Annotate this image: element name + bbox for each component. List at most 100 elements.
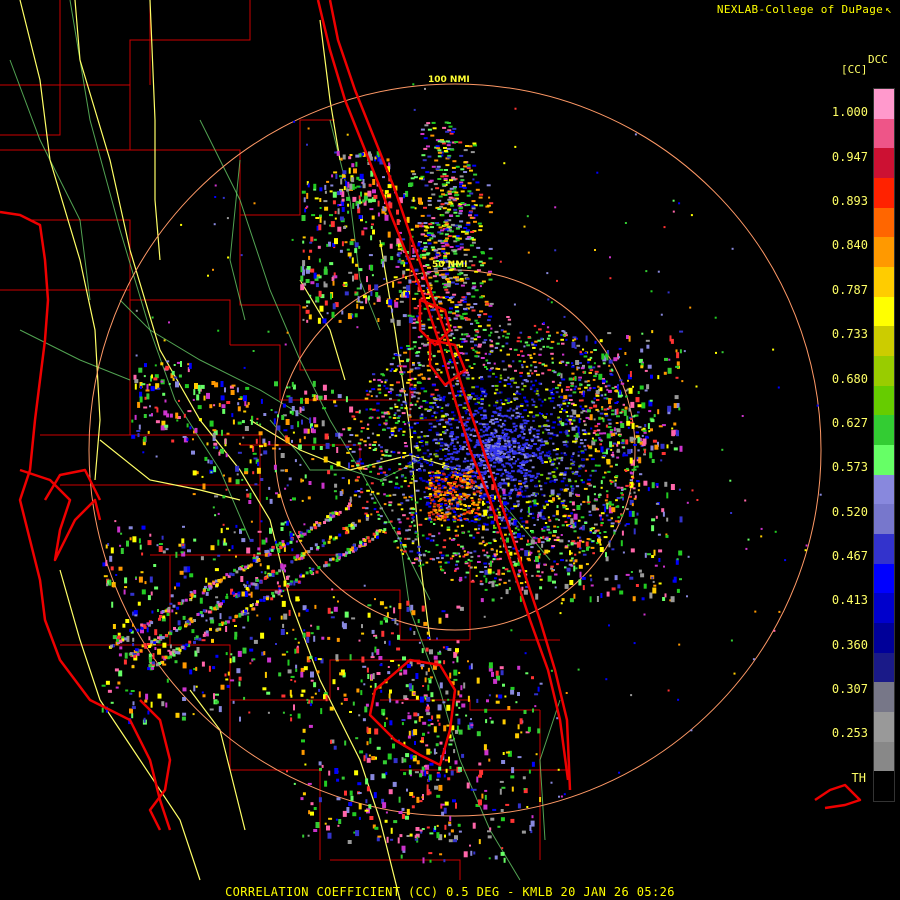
radar-return-bin: [274, 381, 278, 387]
radar-return-bin: [413, 176, 418, 179]
radar-return-bin: [449, 491, 453, 493]
radar-return-bin: [351, 465, 355, 468]
radar-return-bin: [471, 295, 476, 298]
radar-return-bin: [577, 536, 580, 539]
radar-return-bin: [379, 243, 383, 247]
radar-return-bin: [430, 487, 434, 490]
radar-return-bin: [393, 607, 396, 614]
radar-return-bin: [248, 500, 252, 504]
radar-return-bin: [528, 513, 533, 515]
radar-return-bin: [309, 417, 312, 424]
radar-return-bin: [422, 563, 425, 566]
radar-return-bin: [333, 400, 337, 404]
radar-return-bin: [437, 398, 440, 400]
county-boundary: [40, 300, 131, 436]
radar-return-bin: [425, 264, 430, 266]
radar-return-bin: [462, 300, 467, 303]
radar-return-bin: [444, 169, 448, 171]
radar-return-bin: [567, 402, 571, 405]
radar-return-bin: [458, 303, 463, 306]
radar-return-bin: [597, 422, 601, 425]
radar-return-bin: [499, 557, 502, 560]
radar-return-bin: [436, 470, 440, 473]
radar-return-bin: [429, 171, 434, 174]
radar-return-bin: [484, 352, 487, 355]
radar-return-bin: [341, 310, 344, 315]
radar-return-bin: [475, 574, 478, 577]
radar-return-bin: [621, 530, 624, 536]
radar-return-bin: [614, 575, 618, 581]
radar-return-bin: [380, 380, 384, 383]
radar-return-bin: [457, 301, 462, 304]
radar-return-bin: [429, 402, 433, 404]
radar-return-bin: [402, 493, 405, 496]
radar-return-bin: [565, 467, 569, 470]
radar-return-bin: [573, 513, 578, 520]
radar-return-bin: [394, 403, 397, 406]
radar-return-bin: [374, 728, 379, 735]
radar-return-bin: [376, 417, 379, 419]
radar-return-bin: [480, 402, 484, 405]
radar-return-bin: [487, 568, 492, 574]
radar-return-bin: [542, 535, 545, 539]
radar-return-bin: [501, 456, 506, 459]
radar-return-bin: [421, 364, 425, 367]
radar-return-bin: [246, 547, 251, 554]
radar-return-bin: [593, 429, 597, 432]
radar-return-bin: [181, 538, 185, 544]
radar-return-bin: [613, 531, 616, 535]
radar-return-bin: [425, 441, 429, 444]
radar-return-bin: [181, 716, 186, 721]
radar-return-bin: [412, 297, 417, 300]
radar-return-bin: [513, 520, 517, 525]
radar-return-bin: [372, 444, 376, 446]
radar-return-bin: [423, 621, 428, 626]
radar-return-bin: [509, 429, 513, 431]
radar-return-bin: [529, 445, 533, 448]
radar-return-bin: [410, 170, 415, 173]
radar-return-bin: [452, 293, 457, 296]
radar-return-bin: [157, 609, 159, 612]
radar-return-bin: [478, 343, 482, 346]
radar-return-bin: [327, 607, 331, 614]
radar-return-bin: [478, 422, 482, 425]
radar-return-bin: [420, 413, 424, 416]
radar-return-bin: [342, 675, 346, 678]
radar-return-bin: [453, 438, 458, 441]
radar-return-bin: [423, 469, 426, 472]
radar-return-bin: [502, 566, 505, 569]
radar-return-bin: [589, 574, 592, 577]
radar-return-bin: [488, 211, 493, 214]
radar-return-bin: [473, 363, 476, 365]
radar-return-bin: [407, 378, 412, 381]
radar-return-bin: [260, 478, 264, 481]
radar-return-bin: [507, 318, 512, 321]
radar-return-bin: [323, 220, 326, 225]
radar-return-bin: [521, 534, 525, 537]
radar-return-bin: [384, 214, 389, 221]
radar-return-bin: [201, 639, 206, 642]
river-line: [19, 329, 131, 381]
radar-return-bin: [393, 414, 396, 417]
radar-return-bin: [407, 314, 412, 317]
radar-return-bin: [583, 355, 588, 358]
radar-return-bin: [226, 432, 230, 435]
radar-return-bin: [526, 344, 530, 347]
radar-return-bin: [479, 492, 483, 495]
radar-return-bin: [423, 206, 427, 209]
radar-return-bin: [300, 397, 303, 404]
radar-return-bin: [385, 419, 388, 422]
radar-return-bin: [519, 423, 524, 426]
radar-return-bin: [407, 348, 411, 351]
radar-return-bin: [486, 556, 490, 559]
radar-return-bin: [563, 473, 567, 476]
radar-return-bin: [452, 799, 456, 803]
radar-return-bin: [582, 585, 585, 591]
radar-map[interactable]: 100 NMI50 NMI: [0, 0, 900, 900]
radar-return-bin: [325, 695, 328, 702]
radar-return-bin: [318, 761, 322, 766]
radar-return-bin: [371, 497, 374, 500]
radar-return-bin: [306, 636, 310, 643]
radar-return-bin: [552, 580, 556, 584]
radar-return-bin: [513, 505, 518, 508]
